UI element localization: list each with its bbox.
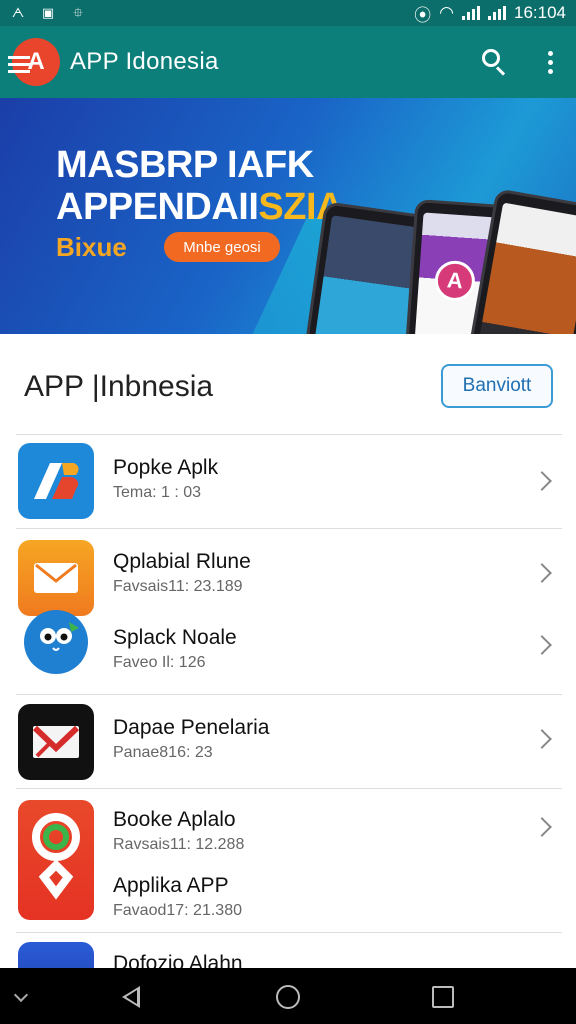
- chevron-right-icon[interactable]: [532, 817, 552, 837]
- notification-a-icon: ᗅ: [11, 5, 25, 20]
- home-icon[interactable]: [276, 985, 300, 1009]
- app-bar: A APP Idonesia: [0, 26, 576, 98]
- app-meta: Tema: 1 : 03: [113, 484, 202, 501]
- app-name: Booke Aplalo: [113, 808, 236, 831]
- section-action-button[interactable]: Banviott: [441, 364, 553, 408]
- app-icon: [18, 704, 94, 780]
- app-name: Popke Aplk: [113, 456, 219, 479]
- recents-icon[interactable]: [432, 986, 454, 1008]
- app-meta: Panae816: 23: [113, 744, 213, 761]
- news-icon: ▣: [41, 5, 55, 20]
- app-name: Applika APP: [113, 874, 229, 897]
- app-title: APP Idonesia: [70, 48, 219, 75]
- hide-keyboard-icon[interactable]: [13, 987, 29, 1003]
- wifi-icon: ◠: [439, 3, 454, 22]
- search-icon[interactable]: [482, 49, 508, 76]
- chevron-right-icon[interactable]: [532, 563, 552, 583]
- app-icon: [18, 443, 94, 519]
- app-meta: Faveo Il: 126: [113, 654, 206, 671]
- list-item[interactable]: Popke Aplk Tema: 1 : 03: [0, 434, 576, 528]
- app-logo: A: [8, 38, 60, 86]
- app-meta: Ravsais11: 12.288: [113, 836, 245, 853]
- chevron-right-icon[interactable]: [532, 635, 552, 655]
- app-name: Qplabial Rlune: [113, 550, 251, 573]
- clock: 16:104: [514, 3, 566, 22]
- signal-icon-2: [488, 6, 506, 20]
- vibrate-icon: ⦿: [414, 5, 432, 25]
- system-nav-bar: [0, 968, 576, 1024]
- app-meta: Favaod17: 21.380: [113, 902, 242, 919]
- app-meta: Favsais11: 23.189: [113, 578, 243, 595]
- list-item[interactable]: Qplabial Rlune Favsais11: 23.189: [0, 528, 576, 616]
- banner-cta-button[interactable]: Mnbe geosi: [164, 232, 280, 262]
- section-title: APP |Inbnesia: [24, 370, 214, 403]
- chevron-right-icon[interactable]: [532, 729, 552, 749]
- signal-icon: [462, 6, 480, 20]
- list-item[interactable]: Dapae Penelaria Panae816: 23: [0, 694, 576, 788]
- app-name: Dapae Penelaria: [113, 716, 270, 739]
- owl-app-icon: [24, 610, 88, 674]
- list-item[interactable]: Booke Aplalo Ravsais11: 12.288: [0, 788, 576, 920]
- usb-icon: ⯐: [73, 5, 83, 20]
- app-name: Splack Noale: [113, 626, 237, 649]
- app-list: Popke Aplk Tema: 1 : 03 Qplabial Rlune F…: [0, 434, 576, 968]
- list-item[interactable]: Dofozio Alahn: [0, 932, 576, 968]
- banner-headline: MASBRP IAFK APPENDAIISZIA: [56, 144, 343, 228]
- app-icon: [18, 942, 94, 968]
- back-icon[interactable]: [122, 986, 140, 1008]
- chevron-right-icon[interactable]: [532, 471, 552, 491]
- list-item[interactable]: Applika APP Favaod17: 21.380: [0, 854, 576, 934]
- status-bar: ᗅ ▣ ⯐ ⦿ ◠ 16:104: [0, 0, 576, 26]
- promo-banner[interactable]: MASBRP IAFK APPENDAIISZIA Bixue Mnbe geo…: [0, 98, 576, 334]
- banner-subtitle: Bixue: [56, 232, 127, 262]
- list-item[interactable]: Splack Noale Faveo Il: 126: [0, 604, 576, 694]
- overflow-menu-icon[interactable]: [548, 50, 554, 74]
- app-name: Dofozio Alahn: [113, 952, 243, 968]
